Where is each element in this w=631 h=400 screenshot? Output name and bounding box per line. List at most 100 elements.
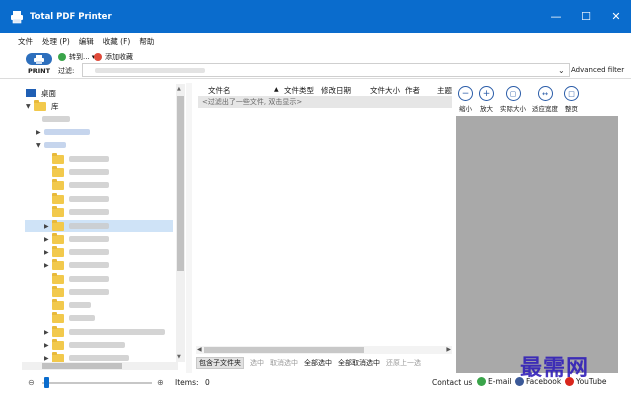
email-link[interactable]: E-mail — [477, 377, 512, 386]
column-size[interactable]: 文件大小 — [370, 85, 400, 96]
tree-item[interactable] — [52, 152, 109, 165]
add-favorite-button[interactable]: 添加收藏 — [94, 52, 133, 62]
filter-label: 过滤: — [58, 67, 75, 75]
include-subfolders-button[interactable]: 包含子文件夹 — [196, 357, 244, 369]
tree-item-selected[interactable]: ▶ — [44, 219, 109, 232]
folder-icon — [52, 311, 64, 323]
print-icon — [34, 54, 44, 64]
check-button[interactable]: 选中 — [250, 358, 264, 368]
full-page-button[interactable]: □ 整页 — [564, 86, 579, 116]
add-favorite-label: 添加收藏 — [105, 53, 133, 61]
minimize-button[interactable]: — — [541, 0, 571, 33]
tree-item[interactable] — [52, 178, 109, 191]
tree-item[interactable] — [52, 311, 95, 324]
column-modified[interactable]: 修改日期 — [321, 85, 351, 96]
check-all-button[interactable]: 全部选中 — [304, 358, 332, 368]
tree-item[interactable]: ▶ — [44, 325, 165, 338]
panel-splitter[interactable] — [186, 83, 192, 373]
folder-icon — [52, 232, 64, 244]
zoom-out-icon: − — [458, 86, 473, 101]
tree-item[interactable] — [42, 113, 70, 125]
column-filename[interactable]: 文件名 — [208, 85, 231, 96]
tree-item[interactable] — [52, 272, 109, 285]
file-list-horizontal-scrollbar[interactable]: ◀ ▶ — [196, 346, 452, 354]
actual-size-button[interactable]: ▢ 实际大小 — [500, 86, 526, 116]
filtered-files-hint[interactable]: <过滤出了一些文件, 双击显示> — [198, 96, 452, 108]
chevron-down-icon: ▼ — [26, 102, 31, 110]
zoom-in-button[interactable]: + 放大 — [479, 86, 494, 116]
print-button[interactable]: PRINT — [24, 53, 54, 77]
tree-item[interactable]: ▶ — [44, 245, 109, 258]
title-bar: Total PDF Printer — ☐ ✕ — [0, 0, 631, 33]
tree-item[interactable] — [52, 205, 109, 218]
tree-item[interactable] — [52, 298, 91, 311]
add-favorite-icon — [94, 53, 102, 61]
fit-width-button[interactable]: ↔ 适应宽度 — [532, 86, 558, 116]
tree-scroll-thumb[interactable] — [177, 96, 184, 271]
tree-desktop-label: 桌面 — [41, 88, 56, 98]
zoom-out-button[interactable]: − 缩小 — [458, 86, 473, 116]
tree-item[interactable]: ▶ — [44, 338, 125, 351]
column-subject[interactable]: 主题 — [437, 85, 452, 96]
close-button[interactable]: ✕ — [601, 0, 631, 33]
tree-item-desktop[interactable]: 桌面 — [26, 87, 56, 99]
tree-item[interactable] — [52, 165, 109, 178]
fit-width-icon: ↔ — [537, 86, 553, 101]
desktop-icon — [26, 89, 36, 97]
tree-item[interactable] — [52, 192, 109, 205]
actual-size-icon: ▢ — [505, 86, 521, 101]
restore-previous-button[interactable]: 还原上一选 — [386, 358, 421, 368]
goto-button[interactable]: 转到... ▾ — [58, 52, 95, 62]
uncheck-button[interactable]: 取消选中 — [270, 358, 298, 368]
document-preview-area[interactable] — [456, 116, 618, 373]
actual-size-label: 实际大小 — [500, 105, 526, 113]
folder-icon — [52, 205, 64, 217]
folder-icon — [52, 178, 64, 190]
tree-item[interactable]: ▼ — [36, 139, 66, 151]
contact-us-link[interactable]: Contact us — [432, 378, 472, 387]
column-filetype[interactable]: 文件类型 — [284, 85, 314, 96]
menu-process[interactable]: 处理 (P) — [42, 36, 70, 47]
zoom-plus-icon[interactable]: ⊕ — [157, 378, 164, 387]
folder-icon — [52, 245, 64, 257]
blurred-filter-text — [95, 68, 205, 73]
folder-tree: 桌面 ▼ 库 ▶ ▼ ▶ ▶ ▶ ▶ ▶ ▶ ▶ — [22, 83, 186, 373]
app-printer-icon — [11, 10, 23, 23]
folder-icon — [52, 325, 64, 337]
watermark-logo: 最需网 — [520, 355, 590, 381]
tree-item[interactable]: ▶ — [44, 232, 109, 245]
zoom-minus-icon[interactable]: ⊖ — [28, 378, 35, 387]
zoom-out-label: 缩小 — [459, 105, 472, 113]
goto-icon — [58, 53, 66, 61]
menu-help[interactable]: 帮助 — [139, 36, 154, 47]
folder-icon — [52, 272, 64, 284]
menu-file[interactable]: 文件 — [18, 36, 33, 47]
zoom-in-icon: + — [479, 86, 494, 101]
zoom-slider-thumb[interactable] — [44, 377, 49, 388]
filter-input[interactable] — [82, 63, 570, 77]
sort-up-icon: ▲ — [274, 86, 279, 93]
tree-hscroll-thumb[interactable] — [42, 363, 122, 369]
menu-favorites[interactable]: 收藏 (F) — [103, 36, 131, 47]
folder-icon — [52, 152, 64, 164]
file-list-header: 文件名 ▲ 文件类型 修改日期 文件大小 作者 主题 — [194, 83, 456, 95]
advanced-filter-button[interactable]: Advanced filter — [571, 66, 624, 74]
filter-dropdown-icon[interactable]: ⌄ — [558, 66, 565, 75]
tree-item-library[interactable]: ▼ 库 — [26, 99, 59, 112]
folder-icon — [52, 165, 64, 177]
zoom-slider-track[interactable] — [42, 382, 152, 384]
email-icon — [477, 377, 486, 386]
file-hscroll-thumb[interactable] — [204, 347, 364, 353]
menu-edit[interactable]: 编辑 — [79, 36, 94, 47]
maximize-button[interactable]: ☐ — [571, 0, 601, 33]
uncheck-all-button[interactable]: 全部取消选中 — [338, 358, 380, 368]
tree-horizontal-scrollbar[interactable] — [22, 362, 178, 370]
folder-icon — [52, 258, 64, 270]
tree-item[interactable] — [52, 285, 109, 298]
tree-item[interactable]: ▶ — [44, 258, 109, 271]
folder-icon — [52, 192, 64, 204]
tree-vertical-scrollbar[interactable]: ▲ ▼ — [176, 84, 185, 362]
folder-icon — [52, 338, 64, 350]
tree-item[interactable]: ▶ — [36, 126, 90, 138]
column-author[interactable]: 作者 — [405, 85, 420, 96]
